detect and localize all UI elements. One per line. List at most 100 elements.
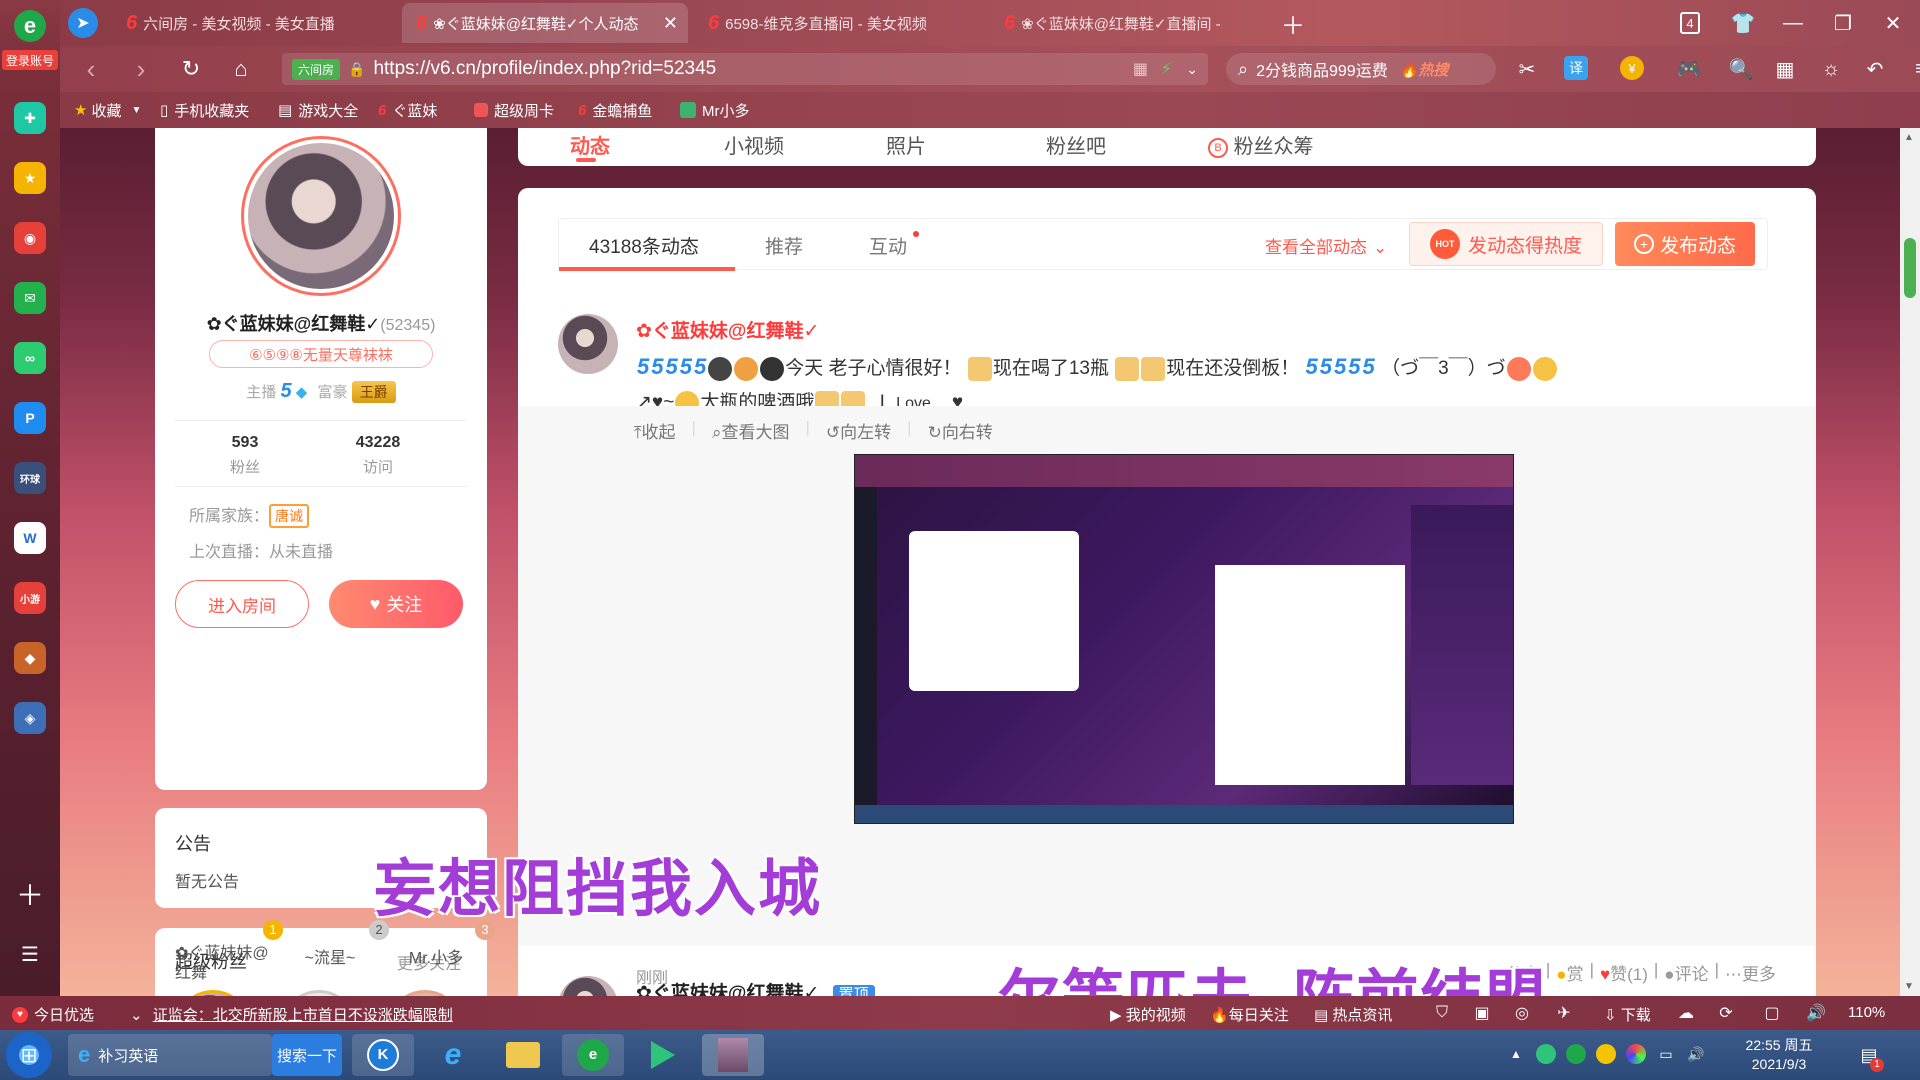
close-tab-icon[interactable]: ✕: [663, 13, 678, 34]
profile-tab-photos[interactable]: 照片: [886, 130, 926, 159]
rail-weibo-icon[interactable]: ◉: [14, 222, 46, 254]
search-text[interactable]: 2分钱商品999运费: [1256, 57, 1388, 81]
bookmark-favorites[interactable]: ★ 收藏 ▼: [74, 98, 141, 122]
tab-live-room[interactable]: 6 ❀ぐ蓝妹妹@红舞鞋✓直播间 -: [990, 3, 1260, 43]
window-icon[interactable]: ▢: [1762, 1002, 1782, 1024]
qr-code-icon[interactable]: ▦: [1133, 59, 1148, 79]
taskbar-k-app[interactable]: K: [352, 1034, 414, 1076]
skin-icon[interactable]: 👕: [1728, 8, 1758, 38]
brightness-icon[interactable]: ☼: [1816, 54, 1846, 84]
page-scrollbar[interactable]: ▲ ▼: [1900, 128, 1920, 996]
tab-count-badge[interactable]: 4: [1680, 12, 1700, 34]
start-button[interactable]: ⊞: [6, 1032, 52, 1078]
super-fan-1-name[interactable]: ✿ぐ蓝妹妹@红舞: [175, 944, 271, 984]
more-button[interactable]: ⋯更多: [1725, 960, 1776, 985]
scroll-up-icon[interactable]: ▲: [1904, 132, 1914, 143]
rail-list-icon[interactable]: ☰: [14, 938, 46, 970]
close-window-icon[interactable]: ✕: [1878, 8, 1908, 38]
tray-arrow-icon[interactable]: ▲: [1508, 1044, 1524, 1064]
bookmark-mr-xiaoduo[interactable]: Mr小多: [680, 98, 750, 122]
rail-game-app-icon[interactable]: 小游: [14, 582, 46, 614]
zoom-level[interactable]: 110%: [1848, 1004, 1885, 1021]
fans-count[interactable]: 593: [205, 434, 285, 452]
translate-icon[interactable]: 译: [1564, 56, 1588, 80]
shield-icon[interactable]: ⛉: [1432, 1002, 1452, 1024]
rail-add-icon[interactable]: ＋: [14, 878, 46, 911]
gamepad-icon[interactable]: 🎮: [1674, 54, 1704, 84]
tab-profile[interactable]: 6 ❀ぐ蓝妹妹@红舞鞋✓个人动态 ✕: [402, 3, 688, 43]
enter-room-button[interactable]: 进入房间: [175, 580, 309, 628]
next-post-author[interactable]: ✿ぐ蓝妹妹@红舞鞋✓ 置顶: [636, 978, 875, 996]
rail-plus-app-icon[interactable]: ✚: [14, 102, 46, 134]
scroll-thumb[interactable]: [1904, 238, 1916, 298]
scroll-down-icon[interactable]: ▼: [1904, 981, 1914, 992]
taskbar-search-button[interactable]: 搜索一下: [272, 1034, 342, 1076]
tray-browser-icon[interactable]: [1566, 1044, 1586, 1064]
undo-icon[interactable]: ↶: [1860, 54, 1890, 84]
post-image[interactable]: [854, 454, 1514, 824]
view-large-button[interactable]: ⌕查看大图: [712, 418, 790, 443]
address-bar[interactable]: 六间房 🔒 https://v6.cn/profile/index.php?ri…: [282, 53, 1208, 85]
taskbar-360-browser[interactable]: e: [562, 1034, 624, 1076]
browser-home-icon[interactable]: ➤: [68, 8, 98, 38]
search-box[interactable]: ⌕ 2分钱商品999运费 🔥热搜: [1226, 53, 1496, 85]
clock[interactable]: 22:55 周五 2021/9/3: [1724, 1036, 1834, 1074]
heat-button[interactable]: HOT 发动态得热度: [1409, 222, 1603, 266]
avatar[interactable]: [241, 136, 401, 296]
download-button[interactable]: ⇩ 下载: [1604, 1004, 1651, 1025]
feed-tab-all[interactable]: 43188条动态: [589, 219, 699, 271]
speed-icon[interactable]: ✈: [1554, 1002, 1574, 1024]
news-item-daily-follow[interactable]: 🔥每日关注: [1210, 1004, 1289, 1025]
post-author-name[interactable]: ✿ぐ蓝妹妹@红舞鞋✓: [636, 316, 819, 343]
sync-icon[interactable]: ⟳: [1716, 1002, 1736, 1024]
tab-six-room-home[interactable]: 6 六间房 - 美女视频 - 美女直播: [112, 3, 402, 43]
profile-tab-videos[interactable]: 小视频: [724, 130, 784, 159]
rail-word-app-icon[interactable]: W: [14, 522, 46, 554]
rail-star-app-icon[interactable]: ★: [14, 162, 46, 194]
like-button[interactable]: ♥赞(1): [1600, 960, 1648, 985]
comment-button[interactable]: ●评论: [1664, 960, 1708, 985]
restore-icon[interactable]: ❐: [1828, 8, 1858, 38]
back-icon[interactable]: ‹: [76, 54, 106, 84]
lightning-icon[interactable]: ⚡: [1161, 59, 1172, 79]
bookmark-mobile-favorites[interactable]: ▯ 手机收藏夹: [160, 98, 249, 122]
cloud-icon[interactable]: ☁: [1676, 1002, 1696, 1024]
news-item-my-video[interactable]: ▶ 我的视频: [1110, 1004, 1186, 1025]
rail-link-app-icon[interactable]: ∞: [14, 342, 46, 374]
feed-tab-recommend[interactable]: 推荐: [765, 219, 803, 271]
super-fan-2-name[interactable]: ~流星~: [282, 944, 378, 968]
taskbar-thumbnail-window[interactable]: [702, 1034, 764, 1076]
rotate-left-button[interactable]: ↺向左转: [826, 418, 891, 443]
coin-icon[interactable]: ¥: [1620, 56, 1644, 80]
profile-tab-crowdfunding[interactable]: B 粉丝众筹: [1208, 130, 1314, 159]
volume-icon[interactable]: 🔊: [1806, 1002, 1826, 1024]
chevron-down-icon[interactable]: ⌄: [1186, 61, 1198, 78]
refresh-icon[interactable]: ↻: [176, 54, 206, 84]
tray-app-icon[interactable]: [1596, 1044, 1616, 1064]
today-pick[interactable]: ♥ 今日优选: [12, 1004, 94, 1025]
browser-logo[interactable]: e 登录账号: [0, 0, 60, 72]
news-headline[interactable]: ⌄ 证监会：北交所新股上市首日不设涨跌幅限制: [130, 1004, 453, 1025]
tray-volume-icon[interactable]: 🔊: [1686, 1044, 1706, 1064]
rail-mail-icon[interactable]: ✉: [14, 282, 46, 314]
hot-search-badge[interactable]: 🔥热搜: [1400, 59, 1449, 80]
forward-icon[interactable]: ›: [126, 54, 156, 84]
mask-icon[interactable]: ◎: [1512, 1002, 1532, 1024]
tray-network-icon[interactable]: ▭: [1656, 1044, 1676, 1064]
profile-badge[interactable]: ⑥⑤⑨⑧无量天尊袜袜: [209, 340, 433, 368]
tab-live-room-6598[interactable]: 6 6598-维克多直播间 - 美女视频: [694, 3, 984, 43]
image-icon[interactable]: ▣: [1472, 1002, 1492, 1024]
tray-shield-icon[interactable]: [1536, 1044, 1556, 1064]
taskbar-explorer-app[interactable]: [492, 1034, 554, 1076]
view-all-dynamics[interactable]: 查看全部动态 ⌄: [1265, 233, 1387, 258]
rail-news-app-icon[interactable]: 环球: [14, 462, 46, 494]
rail-game3-app-icon[interactable]: ◈: [14, 702, 46, 734]
post-author-avatar[interactable]: [558, 314, 618, 374]
apps-grid-icon[interactable]: ▦: [1770, 54, 1800, 84]
minimize-icon[interactable]: —: [1778, 8, 1808, 38]
menu-icon[interactable]: ≡: [1906, 54, 1920, 84]
tray-color-icon[interactable]: [1626, 1044, 1646, 1064]
rail-game2-app-icon[interactable]: ◆: [14, 642, 46, 674]
new-tab-icon[interactable]: ＋: [1278, 8, 1308, 40]
publish-button[interactable]: + 发布动态: [1615, 222, 1755, 266]
